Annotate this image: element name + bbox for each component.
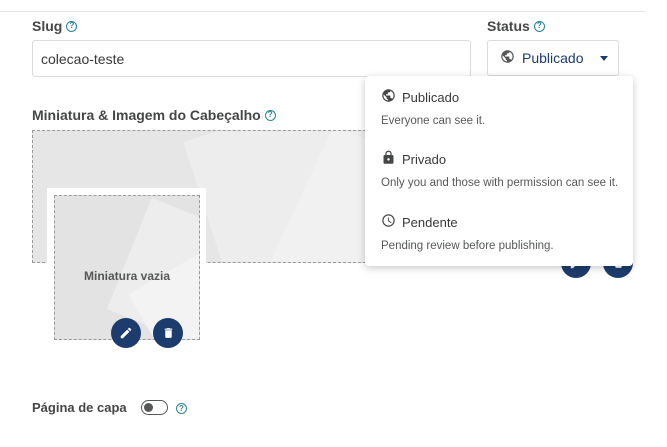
cover-page-label: Página de capa bbox=[32, 400, 127, 415]
status-selected-value: Publicado bbox=[522, 50, 584, 66]
delete-thumbnail-button[interactable] bbox=[153, 318, 183, 348]
cover-page-toggle[interactable] bbox=[141, 400, 168, 415]
option-description: Everyone can see it. bbox=[381, 115, 486, 127]
status-option-publicado[interactable]: Publicado Everyone can see it. bbox=[381, 88, 485, 127]
media-label: Miniatura & Imagem do Cabeçalho ? bbox=[32, 107, 276, 123]
option-description: Only you and those with permission can s… bbox=[381, 177, 619, 189]
help-icon[interactable]: ? bbox=[264, 109, 276, 121]
edit-thumbnail-button[interactable] bbox=[111, 318, 141, 348]
media-label-text: Miniatura & Imagem do Cabeçalho bbox=[32, 107, 261, 123]
status-option-privado[interactable]: Privado Only you and those with permissi… bbox=[381, 150, 618, 189]
help-icon[interactable]: ? bbox=[176, 403, 187, 414]
help-icon[interactable]: ? bbox=[533, 20, 545, 32]
lock-icon bbox=[381, 150, 396, 168]
option-title: Privado bbox=[402, 151, 447, 167]
option-title: Publicado bbox=[402, 89, 460, 105]
slug-input[interactable] bbox=[32, 40, 471, 77]
option-title: Pendente bbox=[402, 214, 458, 230]
globe-icon bbox=[381, 88, 396, 106]
option-description: Pending review before publishing. bbox=[381, 240, 554, 252]
slug-label: Slug ? bbox=[32, 18, 78, 34]
globe-icon bbox=[500, 49, 515, 67]
status-dropdown-menu: Publicado Everyone can see it. Privado O… bbox=[365, 76, 633, 266]
help-icon[interactable]: ? bbox=[66, 20, 78, 32]
top-divider bbox=[0, 11, 645, 12]
trash-icon bbox=[164, 328, 172, 338]
toggle-knob bbox=[144, 403, 153, 412]
status-select-button[interactable]: Publicado bbox=[487, 40, 619, 76]
clock-icon bbox=[381, 213, 396, 231]
thumbnail-empty-text: Miniatura vazia bbox=[83, 269, 171, 283]
caret-down-icon bbox=[600, 55, 608, 61]
status-label-text: Status bbox=[487, 18, 530, 34]
status-option-pendente[interactable]: Pendente Pending review before publishin… bbox=[381, 213, 554, 252]
status-label: Status ? bbox=[487, 18, 545, 34]
pencil-icon bbox=[120, 327, 132, 339]
slug-label-text: Slug bbox=[32, 18, 63, 34]
